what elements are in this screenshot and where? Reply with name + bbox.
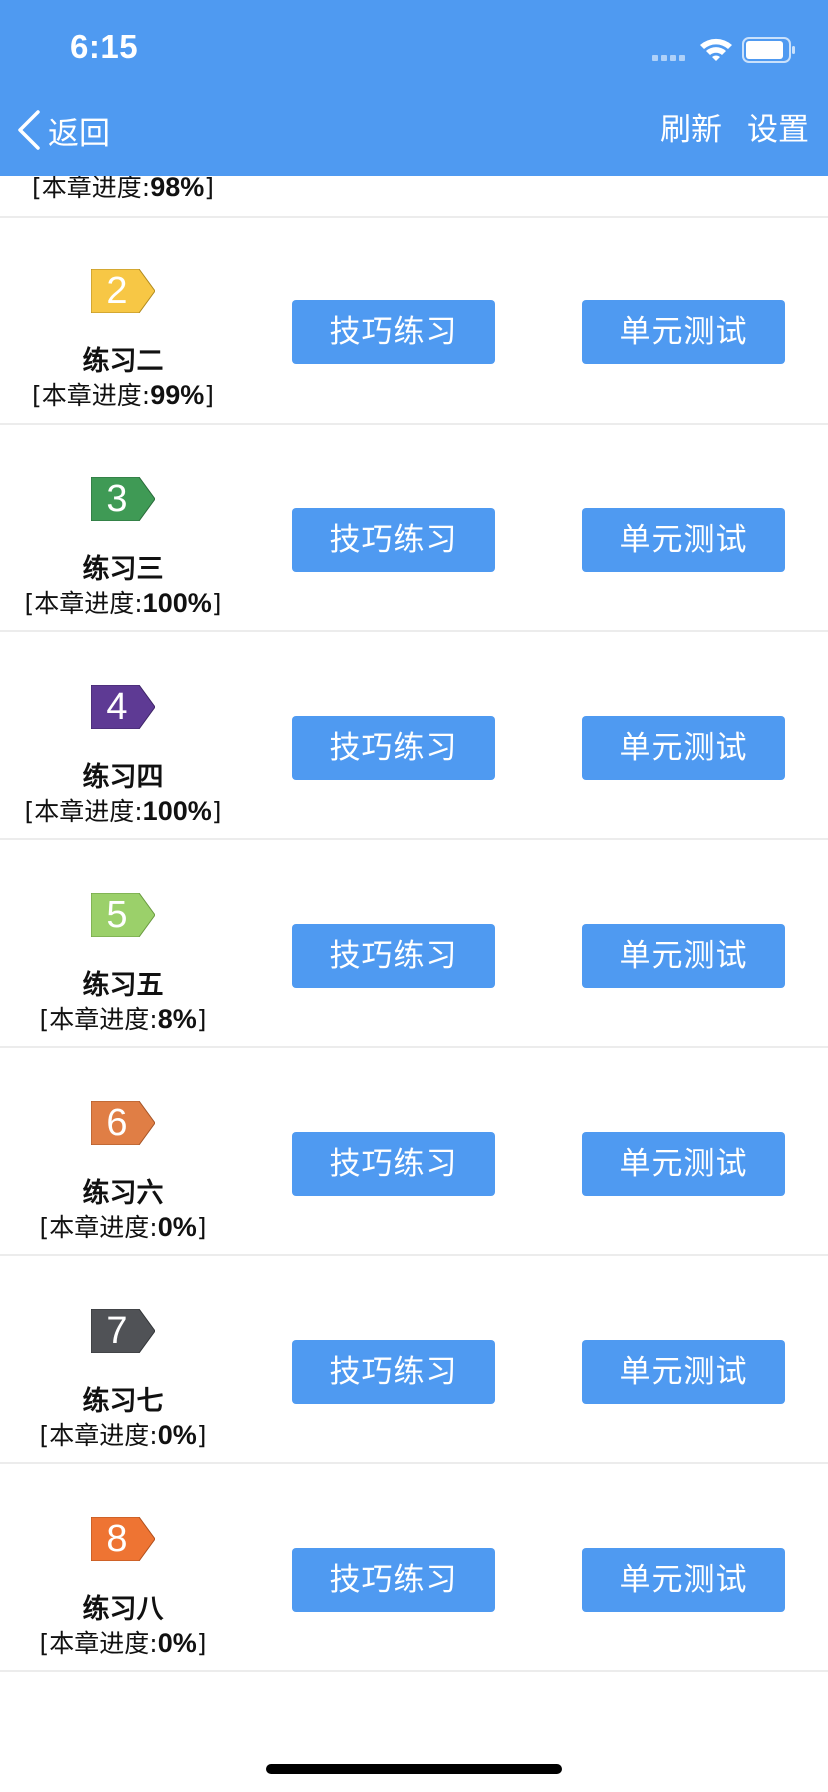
progress-percent: 98%: [150, 172, 205, 202]
progress-suffix: ]: [204, 381, 214, 410]
chapter-progress: [本章进度:0%]: [0, 1208, 246, 1244]
exercise-number: 5: [106, 894, 128, 936]
exercise-title: 练习八: [82, 1594, 164, 1625]
list-item: 4 练习四 [本章进度:100%] 技巧练习 单元测试: [0, 633, 828, 840]
progress-percent: 0%: [157, 1212, 197, 1242]
back-label: 返回: [48, 115, 110, 152]
progress-suffix: ]: [204, 173, 214, 202]
unit-test-button[interactable]: 单元测试: [582, 1340, 785, 1404]
exercise-number: 4: [106, 686, 128, 728]
skill-practice-button[interactable]: 技巧练习: [292, 1132, 495, 1196]
progress-prefix: [本章进度:: [32, 381, 151, 410]
chapter-progress: [本章进度:0%]: [0, 1416, 246, 1452]
exercise-number-badge: 6: [91, 1101, 155, 1145]
progress-prefix: [本章进度:: [39, 1005, 158, 1034]
list-item: 8 练习八 [本章进度:0%] 技巧练习 单元测试: [0, 1465, 828, 1672]
exercise-number: 6: [106, 1102, 128, 1144]
exercise-number-badge: 7: [91, 1309, 155, 1353]
unit-test-button[interactable]: 单元测试: [582, 508, 785, 572]
exercise-number-badge: 4: [91, 685, 155, 729]
navigation-bar: 6:15 返回 刷新 设置: [0, 0, 828, 176]
exercise-number-badge: 3: [91, 477, 155, 521]
back-button[interactable]: 返回: [14, 108, 110, 152]
progress-suffix: ]: [196, 1629, 207, 1658]
progress-percent: 0%: [157, 1420, 197, 1450]
chapter-progress: [本章进度:100%]: [0, 584, 246, 620]
progress-suffix: ]: [196, 1005, 207, 1034]
chapter-progress: [本章进度:99%]: [0, 376, 246, 412]
chevron-left-icon: [18, 110, 40, 150]
progress-prefix: [本章进度:: [32, 173, 151, 202]
wifi-icon: [700, 38, 732, 61]
exercise-title: 练习五: [82, 970, 164, 1001]
exercise-number: 7: [106, 1310, 128, 1352]
exercise-title: 练习七: [82, 1386, 164, 1417]
list-item: 3 练习三 [本章进度:100%] 技巧练习 单元测试: [0, 425, 828, 632]
progress-percent: 0%: [157, 1628, 197, 1658]
progress-suffix: ]: [211, 589, 222, 618]
cellular-signal-icon: [652, 55, 690, 61]
progress-prefix: [本章进度:: [24, 589, 143, 618]
exercise-list[interactable]: [本章进度:98%] 2 练习二 [本章进度:99%] 技巧练习 单元测试 3 …: [0, 0, 828, 1792]
skill-practice-button[interactable]: 技巧练习: [292, 508, 495, 572]
exercise-number: 8: [106, 1518, 128, 1560]
refresh-button[interactable]: 刷新: [660, 108, 722, 152]
battery-icon: [742, 37, 795, 63]
chapter-progress: [本章进度:8%]: [0, 1000, 246, 1036]
list-item: 7 练习七 [本章进度:0%] 技巧练习 单元测试: [0, 1257, 828, 1464]
progress-prefix: [本章进度:: [39, 1213, 158, 1242]
list-item: 5 练习五 [本章进度:8%] 技巧练习 单元测试: [0, 841, 828, 1048]
progress-suffix: ]: [196, 1421, 207, 1450]
skill-practice-button[interactable]: 技巧练习: [292, 716, 495, 780]
skill-practice-button[interactable]: 技巧练习: [292, 1340, 495, 1404]
progress-percent: 8%: [157, 1004, 197, 1034]
progress-percent: 100%: [142, 588, 212, 618]
exercise-title: 练习三: [82, 554, 164, 585]
chapter-progress: [本章进度:0%]: [0, 1624, 246, 1660]
progress-suffix: ]: [211, 797, 222, 826]
progress-prefix: [本章进度:: [39, 1629, 158, 1658]
progress-percent: 100%: [142, 796, 212, 826]
progress-prefix: [本章进度:: [24, 797, 143, 826]
unit-test-button[interactable]: 单元测试: [582, 1548, 785, 1612]
unit-test-button[interactable]: 单元测试: [582, 1132, 785, 1196]
settings-button[interactable]: 设置: [747, 108, 809, 152]
skill-practice-button[interactable]: 技巧练习: [292, 924, 495, 988]
unit-test-button[interactable]: 单元测试: [582, 300, 785, 364]
unit-test-button[interactable]: 单元测试: [582, 924, 785, 988]
unit-test-button[interactable]: 单元测试: [582, 716, 785, 780]
exercise-number-badge: 2: [91, 269, 155, 313]
exercise-number: 3: [106, 478, 128, 520]
skill-practice-button[interactable]: 技巧练习: [292, 1548, 495, 1612]
exercise-title: 练习六: [82, 1178, 164, 1209]
exercise-number: 2: [106, 270, 128, 312]
status-time: 6:15: [70, 28, 139, 65]
progress-percent: 99%: [150, 380, 205, 410]
exercise-number-badge: 8: [91, 1517, 155, 1561]
list-item: 6 练习六 [本章进度:0%] 技巧练习 单元测试: [0, 1049, 828, 1256]
exercise-title: 练习四: [82, 762, 164, 793]
progress-prefix: [本章进度:: [39, 1421, 158, 1450]
progress-suffix: ]: [196, 1213, 207, 1242]
chapter-progress: [本章进度:100%]: [0, 792, 246, 828]
exercise-title: 练习二: [82, 346, 164, 377]
skill-practice-button[interactable]: 技巧练习: [292, 300, 495, 364]
list-item: 2 练习二 [本章进度:99%] 技巧练习 单元测试: [0, 218, 828, 425]
home-indicator[interactable]: [266, 1764, 562, 1774]
exercise-number-badge: 5: [91, 893, 155, 937]
